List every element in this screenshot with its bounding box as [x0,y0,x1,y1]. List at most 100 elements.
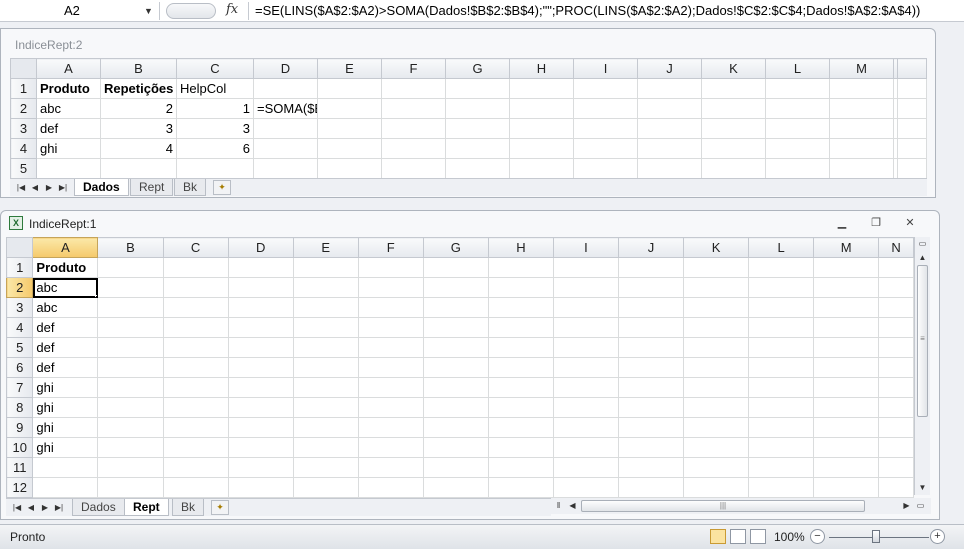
cell-m1[interactable] [829,78,894,99]
row-header[interactable]: 12 [5,477,34,498]
horizontal-scrollbar[interactable]: ‖ ◀ ||| ▶ ▭ [551,498,931,514]
column-header-a[interactable]: A [36,58,101,79]
cell-k12[interactable] [683,477,750,498]
cell-e7[interactable] [292,377,359,398]
cell-k3[interactable] [701,118,766,139]
cell-k6[interactable] [683,357,750,378]
cell-m8[interactable] [813,397,880,418]
column-header-l[interactable]: L [765,58,830,79]
cell-c9[interactable] [162,417,229,438]
cell-l8[interactable] [748,397,815,418]
next-sheet-icon[interactable]: ▶ [40,501,50,515]
cell-a2[interactable]: abc [32,277,99,298]
cell-a1[interactable]: Produto [36,78,101,99]
sheet-grid-rept[interactable]: A B C D E F G H I J K L M N 1 Produto 2 abc 3 abc 4 def 5 def 6 d… [5,237,914,498]
zoom-slider-thumb[interactable] [872,530,880,543]
cell-h4[interactable] [509,138,574,159]
cell-i7[interactable] [552,377,619,398]
cell-f2[interactable] [381,98,446,119]
cell-i3[interactable] [573,118,638,139]
cell-i1[interactable] [552,257,619,278]
cell-e2[interactable] [317,98,382,119]
cell-g2[interactable] [445,98,510,119]
cell-n2[interactable] [878,277,914,298]
cell-d10[interactable] [227,437,294,458]
cell-j9[interactable] [617,417,685,438]
cell-f2[interactable] [357,277,424,298]
vertical-scroll-thumb[interactable]: ≡ [917,265,928,417]
cell-m10[interactable] [813,437,880,458]
cell-g5[interactable] [445,158,510,179]
cell-k9[interactable] [683,417,750,438]
cell-g9[interactable] [422,417,489,438]
scroll-right-icon[interactable]: ▶ [899,499,914,513]
first-sheet-icon[interactable]: |◀ [16,181,26,195]
sheet-grid-dados[interactable]: ABCDEFGHIJKLMN1ProdutoRepetiçõesHelpCol2… [10,58,927,179]
cell-j6[interactable] [617,357,685,378]
cell-b1[interactable] [97,257,164,278]
cell-a4[interactable]: def [32,317,99,338]
tab-rept[interactable]: Rept [130,179,174,196]
cell-h11[interactable] [487,457,554,478]
cell-d8[interactable] [227,397,294,418]
cell-e5[interactable] [317,158,382,179]
cell-h10[interactable] [487,437,554,458]
cell-i4[interactable] [573,138,638,159]
cell-l5[interactable] [765,158,830,179]
cell-g1[interactable] [445,78,510,99]
cell-a8[interactable]: ghi [32,397,99,418]
cell-m5[interactable] [813,337,880,358]
normal-view-icon[interactable] [710,529,726,544]
cell-k5[interactable] [701,158,766,179]
cell-h7[interactable] [487,377,554,398]
row-header[interactable]: 2 [5,277,34,298]
cell-k4[interactable] [701,138,766,159]
cell-h8[interactable] [487,397,554,418]
cell-g3[interactable] [445,118,510,139]
cell-a7[interactable]: ghi [32,377,99,398]
column-header-i[interactable]: I [573,58,638,79]
cell-m1[interactable] [813,257,880,278]
cell-i5[interactable] [552,337,619,358]
cell-l1[interactable] [748,257,815,278]
cell-m11[interactable] [813,457,880,478]
cell-f5[interactable] [357,337,424,358]
cell-h2[interactable] [487,277,554,298]
horizontal-scroll-thumb[interactable]: ||| [581,500,865,512]
cell-h9[interactable] [487,417,554,438]
cell-m4[interactable] [813,317,880,338]
cell-d1[interactable] [227,257,294,278]
column-header-m[interactable]: M [829,58,894,79]
cell-h6[interactable] [487,357,554,378]
cell-e5[interactable] [292,337,359,358]
cell-d4[interactable] [253,138,318,159]
cell-c11[interactable] [162,457,229,478]
cell-m3[interactable] [813,297,880,318]
row-header[interactable]: 4 [5,317,34,338]
cell-d2[interactable] [227,277,294,298]
cell-c3[interactable] [162,297,229,318]
cell-c10[interactable] [162,437,229,458]
cell-a5[interactable] [36,158,101,179]
prev-sheet-icon[interactable]: ◀ [26,501,36,515]
cell-f3[interactable] [357,297,424,318]
split-box-icon[interactable]: ▭ [915,237,930,251]
cell-i8[interactable] [552,397,619,418]
cell-a12[interactable] [32,477,99,498]
cell-a5[interactable]: def [32,337,99,358]
cell-c4[interactable] [162,317,229,338]
column-header-h[interactable]: H [509,58,574,79]
cell-j5[interactable] [617,337,685,358]
first-sheet-icon[interactable]: |◀ [12,501,22,515]
cell-b5[interactable] [97,337,164,358]
prev-sheet-icon[interactable]: ◀ [30,181,40,195]
column-header-n[interactable]: N [893,58,898,79]
cell-a3[interactable]: def [36,118,101,139]
cell-a11[interactable] [32,457,99,478]
cell-g5[interactable] [422,337,489,358]
cell-f9[interactable] [357,417,424,438]
cell-m5[interactable] [829,158,894,179]
cell-k1[interactable] [701,78,766,99]
tab-bk[interactable]: Bk [174,179,207,196]
tab-dados[interactable]: Dados [74,179,129,196]
